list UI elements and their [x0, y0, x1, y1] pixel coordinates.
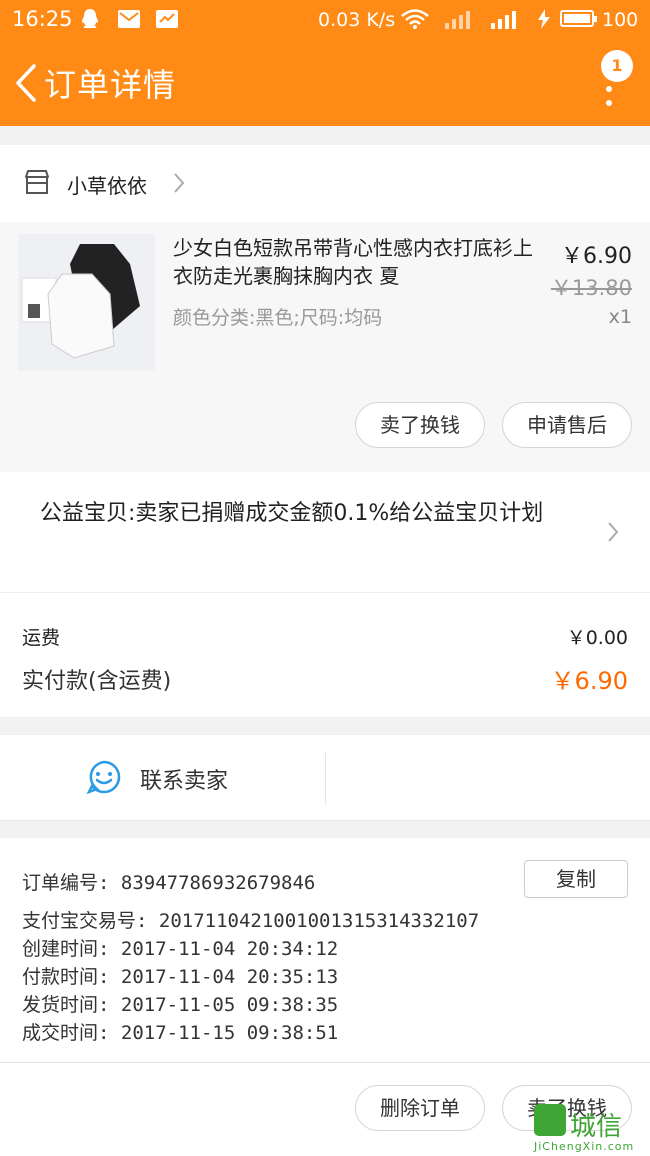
shipped-time: 发货时间: 2017-11-05 09:38:35 [22, 994, 339, 1016]
total-label: 实付款(含运费) [22, 669, 172, 694]
divider [325, 753, 326, 805]
watermark-text-cn: 城信 [570, 1112, 623, 1142]
shipping-value: ￥0.00 [566, 627, 628, 649]
charity-text: 公益宝贝:卖家已捐赠成交金额0.1%给公益宝贝计划 [40, 501, 544, 526]
watermark-logo-icon [534, 1104, 566, 1136]
chevron-right-icon [174, 173, 185, 193]
copy-button[interactable]: 复制 [524, 860, 628, 898]
battery-icon [560, 10, 597, 27]
charity-row[interactable]: 公益宝贝:卖家已捐赠成交金额0.1%给公益宝贝计划 [0, 472, 650, 593]
back-arrow-icon[interactable] [10, 62, 40, 104]
product-image [18, 234, 155, 371]
store-name: 小草依依 [67, 174, 147, 198]
mail-icon [118, 10, 140, 28]
more-dot-icon [606, 100, 612, 106]
watermark-text-en: JiChengXin.com [534, 1140, 635, 1153]
order-info-section: 订单编号: 83947786932679846 复制 支付宝交易号: 20171… [0, 838, 650, 1062]
product-item[interactable]: 少女白色短款吊带背心性感内衣打底衫上衣防走光裹胸抹胸内衣 夏 颜色分类:黑色;尺… [0, 222, 650, 472]
product-title: 少女白色短款吊带背心性感内衣打底衫上衣防走光裹胸抹胸内衣 夏 [173, 236, 533, 288]
created-time: 创建时间: 2017-11-04 20:34:12 [22, 938, 339, 960]
status-bar: 16:25 0.03 K/s 100 [0, 0, 650, 42]
page-title: 订单详情 [44, 66, 177, 104]
charging-icon [538, 9, 550, 29]
notification-badge: 1 [601, 50, 633, 82]
sell-for-cash-button[interactable]: 卖了换钱 [355, 402, 485, 448]
network-speed: 0.03 K/s [318, 9, 396, 31]
paid-time: 付款时间: 2017-11-04 20:35:13 [22, 966, 339, 988]
delete-order-button[interactable]: 删除订单 [355, 1085, 485, 1131]
chevron-right-icon [608, 522, 619, 542]
product-quantity: x1 [608, 306, 632, 328]
product-price: ￥6.90 [561, 244, 632, 269]
message-icon [156, 10, 178, 28]
nav-bar: 订单详情 1 [0, 42, 650, 126]
completed-time: 成交时间: 2017-11-15 09:38:51 [22, 1022, 339, 1044]
chat-smile-icon[interactable] [86, 759, 122, 795]
product-original-price: ￥13.80 [550, 276, 632, 300]
total-value: ￥6.90 [550, 667, 628, 695]
shipping-label: 运费 [22, 627, 61, 649]
product-thumbnail[interactable] [18, 234, 155, 371]
contact-seller-button[interactable]: 联系卖家 [140, 763, 228, 795]
contact-section: 联系卖家 [0, 735, 650, 821]
more-dot-icon [606, 86, 612, 92]
signal-icon-sim2 [491, 11, 516, 29]
top-bar: 16:25 0.03 K/s 100 订单详情 1 [0, 0, 650, 126]
signal-icon-sim1 [445, 11, 470, 29]
status-time: 16:25 [12, 7, 73, 31]
store-icon [25, 170, 49, 194]
battery-percent: 100 [602, 9, 639, 31]
order-number: 订单编号: 83947786932679846 [22, 872, 316, 894]
wifi-icon [401, 9, 429, 29]
watermark: 城信 JiChengXin.com [530, 1102, 650, 1155]
product-variant: 颜色分类:黑色;尺码:均码 [173, 307, 383, 329]
fee-section: 运费 ￥0.00 实付款(含运费) ￥6.90 [0, 593, 650, 717]
apply-after-sale-button[interactable]: 申请售后 [502, 402, 632, 448]
alipay-transaction-number: 支付宝交易号: 2017110421001001315314332107 [22, 910, 480, 932]
store-row[interactable]: 小草依依 [0, 145, 650, 223]
qq-icon [82, 9, 98, 28]
